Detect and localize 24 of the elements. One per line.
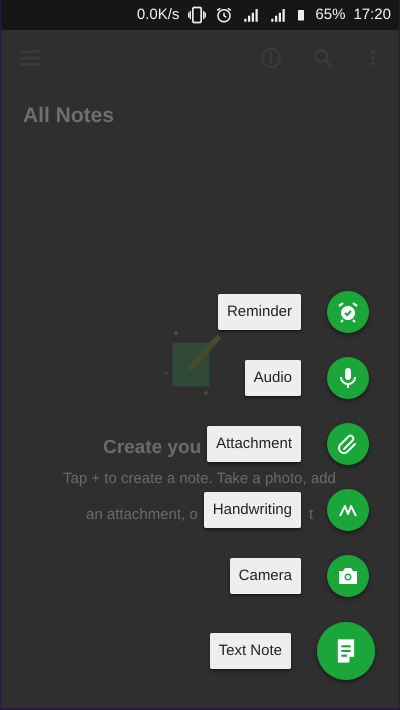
vibrate-icon [187,5,208,25]
create-note-button[interactable] [317,622,375,680]
action-label[interactable]: Text Note [210,632,291,670]
action-label[interactable]: Handwriting [204,492,301,528]
action-button[interactable] [327,489,369,531]
page-title: All Notes [22,103,116,129]
action-label[interactable]: Reminder [218,294,301,330]
action-button[interactable] [327,291,369,333]
empty-state-title: Create you [103,436,202,460]
action-button[interactable] [327,357,369,399]
empty-state-text: t [309,505,314,525]
alarm-clock-icon [336,300,360,324]
empty-state-text: an attachment, o [86,504,198,524]
action-button[interactable] [327,555,369,597]
action-label[interactable]: Audio [244,360,301,396]
action-button[interactable] [327,423,369,465]
network-speed: 0.0K/s [136,4,180,25]
action-label[interactable]: Camera [230,558,301,594]
signal-icon [269,6,288,24]
empty-state-text: Tap + to create a note. Take a photo, add [63,469,336,489]
action-label[interactable]: Attachment [207,426,301,462]
battery-percentage: 65% [315,4,346,25]
alarm-icon [215,6,234,24]
clock-time: 17:20 [353,4,391,25]
